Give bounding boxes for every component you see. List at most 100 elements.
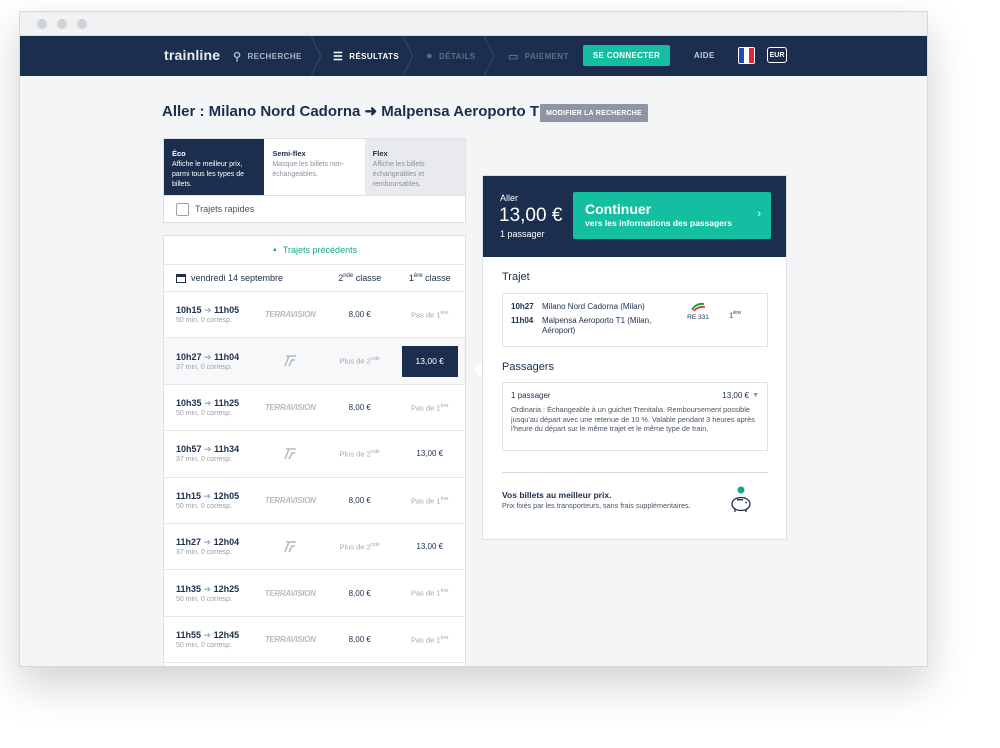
- journey-summary-panel: Aller 13,00 € 1 passager Continuer vers …: [482, 175, 787, 540]
- train-number: RE 331: [687, 314, 709, 321]
- step-paiement: ▭ PAIEMENT: [508, 36, 569, 76]
- departure-time: 11h27: [176, 537, 202, 548]
- journey-row[interactable]: 10h15 ➔ 11h05 50 min, 0 corresp. TERRAVI…: [164, 292, 465, 339]
- passenger-fare-head: 1 passager 13,00 €: [511, 391, 759, 400]
- continue-button[interactable]: Continuer vers les informations des pass…: [573, 192, 771, 239]
- arrival-time: 12h05: [213, 490, 240, 501]
- arrow-right-icon: ➔: [203, 583, 212, 594]
- second-class-cell: Plus de 2nde: [339, 449, 380, 459]
- first-class-price[interactable]: 13,00 €: [394, 449, 465, 458]
- window-zoom-dot[interactable]: [77, 19, 87, 29]
- fare-tab-eco[interactable]: Éco Affiche le meilleur prix, parmi tous…: [164, 139, 265, 195]
- journey-row[interactable]: 10h35 ➔ 11h25 50 min, 0 corresp. TERRAVI…: [164, 385, 465, 432]
- title-bar: [20, 12, 927, 36]
- second-class-price[interactable]: 8,00 €: [325, 635, 395, 644]
- train-info: RE 331: [683, 302, 713, 321]
- window-minimize-dot[interactable]: [57, 19, 67, 29]
- journey-row[interactable]: 10h27 ➔ 11h04 37 min, 0 corresp. Plus de…: [164, 338, 465, 385]
- step-details-label: DÉTAILS: [439, 51, 476, 61]
- operator-logo: TERRAVISION: [255, 635, 325, 644]
- journey-duration: 50 min, 0 corresp.: [176, 641, 233, 649]
- list-header: vendredi 14 septembre 2nde classe 1ère c…: [164, 265, 465, 292]
- quick-trips-filter[interactable]: Trajets rapides: [163, 196, 466, 223]
- trenord-logo-icon: [284, 448, 297, 460]
- french-flag-icon[interactable]: [738, 47, 755, 64]
- departure-line: 10h27 Milano Nord Cadorna (Milan): [511, 302, 645, 311]
- journey-row[interactable]: 11h15 ➔ 12h05 50 min, 0 corresp. TERRAVI…: [164, 478, 465, 524]
- first-class-cell: 13,00 €: [394, 345, 465, 377]
- piggy-bank-icon: [731, 486, 751, 512]
- previous-trips-link[interactable]: ▲ Trajets précédents: [164, 236, 465, 265]
- arrow-right-icon: ➔: [204, 444, 212, 455]
- journey-times: 11h27 ➔ 12h04 37 min, 0 corresp.: [164, 537, 255, 556]
- terravision-logo-icon: TERRAVISION: [264, 588, 316, 598]
- arrow-right-icon: ➔: [204, 351, 212, 362]
- arrow-right-icon: ➔: [204, 305, 212, 316]
- operator-logo: [255, 448, 325, 460]
- user-icon: ●: [426, 50, 434, 62]
- journey-duration: 50 min, 0 corresp.: [176, 502, 233, 510]
- journey-row[interactable]: 10h57 ➔ 11h34 37 min, 0 corresp. Plus de…: [164, 431, 465, 478]
- continue-title: Continuer: [585, 201, 652, 217]
- second-class-cell: Plus de 2nde: [339, 356, 380, 366]
- journey-times: 11h35 ➔ 12h25 50 min, 0 corresp.: [164, 584, 255, 603]
- page-title: Aller : Milano Nord Cadorna ➜ Malpensa A…: [162, 103, 548, 120]
- journey-row[interactable]: 11h55 ➔ 12h45 50 min, 0 corresp. TERRAVI…: [164, 617, 465, 664]
- best-price-subtitle: Prix fixés par les transporteurs, sans f…: [502, 501, 691, 510]
- selected-price-button[interactable]: 13,00 €: [401, 345, 458, 377]
- step-resultats[interactable]: ☰ RÉSULTATS: [333, 36, 399, 76]
- trenord-logo-icon: [284, 540, 297, 552]
- quick-trips-checkbox[interactable]: [176, 202, 189, 216]
- list-icon: ☰: [333, 50, 344, 63]
- divider: [502, 472, 768, 473]
- help-link[interactable]: AIDE: [694, 51, 715, 60]
- trajet-title: Trajet: [502, 271, 530, 283]
- step-separator-icon: [402, 36, 414, 76]
- first-class-cell: Pas de 1ère: [410, 634, 449, 645]
- trainline-logo[interactable]: trainline: [164, 47, 220, 63]
- arrival-station-cont: Aéroport): [542, 326, 576, 335]
- trenord-logo-icon: [284, 355, 297, 367]
- departure-time: 10h27: [511, 302, 534, 311]
- step-recherche[interactable]: ⚲ RECHERCHE: [233, 36, 302, 76]
- col1-sup: ère: [413, 273, 423, 279]
- step-recherche-label: RECHERCHE: [247, 51, 302, 61]
- step-resultats-label: RÉSULTATS: [349, 51, 400, 61]
- quick-trips-label: Trajets rapides: [195, 204, 255, 214]
- first-class-price[interactable]: 13,00 €: [394, 542, 465, 551]
- continue-subtitle: vers les informations des passagers: [585, 218, 732, 228]
- arrival-time: 11h04: [214, 351, 240, 362]
- journey-row[interactable]: 11h27 ➔ 12h04 37 min, 0 corresp. Plus de…: [164, 524, 465, 571]
- trenitalia-logo-icon: [691, 302, 706, 312]
- chevron-right-icon: ›: [757, 208, 761, 220]
- trajet-details[interactable]: 10h27 Milano Nord Cadorna (Milan) 11h04 Ma…: [502, 293, 768, 347]
- second-class-price[interactable]: 8,00 €: [325, 310, 395, 319]
- fare-conditions: Ordinaria : Échangeable à un guichet Tre…: [511, 405, 755, 433]
- step-separator-icon: [310, 36, 322, 76]
- search-icon: ⚲: [233, 50, 242, 63]
- terravision-logo-icon: TERRAVISION: [264, 495, 316, 505]
- arrow-right-icon: ➔: [203, 629, 212, 640]
- operator-logo: TERRAVISION: [255, 310, 325, 319]
- chevron-down-icon[interactable]: ▼: [752, 392, 759, 399]
- second-class-price[interactable]: 8,00 €: [325, 589, 395, 598]
- modify-search-button[interactable]: MODIFIER LA RECHERCHE: [540, 104, 648, 122]
- journey-times: 10h57 ➔ 11h34 37 min, 0 corresp.: [164, 444, 255, 463]
- fare-tab-semi-flex[interactable]: Semi-flex Masque les billets non-échange…: [264, 139, 365, 195]
- step-separator-icon: [483, 36, 495, 76]
- card-icon: ▭: [508, 50, 519, 63]
- second-class-header: 2nde classe: [325, 273, 395, 283]
- window-close-dot[interactable]: [37, 19, 47, 29]
- journey-times: 10h15 ➔ 11h05 50 min, 0 corresp.: [164, 305, 255, 324]
- connect-button[interactable]: SE CONNECTER: [583, 45, 670, 66]
- passenger-fare-box[interactable]: 1 passager 13,00 € ▼ Ordinaria : Échange…: [502, 382, 768, 451]
- first-class-cell: Pas de 1ère: [410, 588, 449, 598]
- second-class-price[interactable]: 8,00 €: [325, 403, 395, 412]
- journey-row[interactable]: 11h35 ➔ 12h25 50 min, 0 corresp. TERRAVI…: [164, 570, 465, 617]
- previous-trips-label: Trajets précédents: [282, 245, 358, 255]
- currency-button[interactable]: EUR: [767, 47, 787, 63]
- fare-tab-desc: Masque les billets non-échangeables.: [272, 161, 344, 178]
- fare-tab-flex[interactable]: Flex Affiche les billets échangeables et…: [364, 139, 465, 195]
- second-class-price[interactable]: 8,00 €: [325, 496, 395, 505]
- departure-time: 11h55: [176, 629, 202, 640]
